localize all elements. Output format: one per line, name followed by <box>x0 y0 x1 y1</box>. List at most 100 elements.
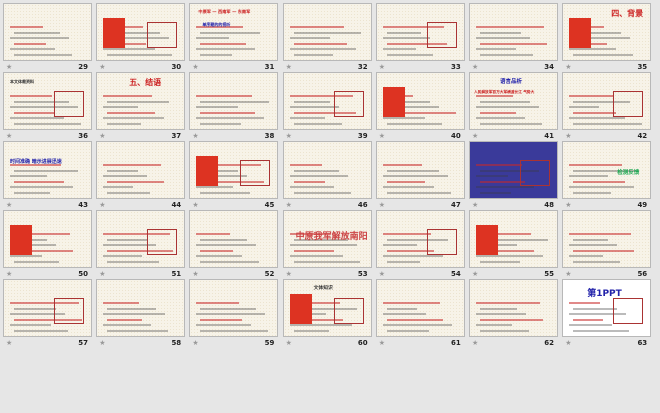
animation-star-icon[interactable]: ★ <box>192 201 198 209</box>
slide-thumbnail[interactable]: ★ 29 <box>3 3 92 72</box>
slide-number-bar: ★ 43 <box>3 200 92 210</box>
animation-star-icon[interactable]: ★ <box>286 63 292 71</box>
animation-star-icon[interactable]: ★ <box>379 63 385 71</box>
slide-number: 29 <box>78 63 88 71</box>
slide-thumbnail[interactable]: 时间准确 暗示进展迅速 ★ 43 <box>3 141 92 210</box>
diagram-box <box>333 298 364 324</box>
slide-thumbnail[interactable]: 语言品析 人民解放军百万大军横渡长江 气势大 ★ 41 <box>469 72 558 141</box>
animation-star-icon[interactable]: ★ <box>192 63 198 71</box>
animation-star-icon[interactable]: ★ <box>6 339 12 347</box>
slide-number-bar: ★ 36 <box>3 131 92 141</box>
animation-star-icon[interactable]: ★ <box>472 270 478 278</box>
slide-thumbnail[interactable]: ★ 59 <box>189 279 279 348</box>
slide-thumbnail[interactable]: ★ 39 <box>282 72 372 141</box>
slide-number: 49 <box>637 201 648 209</box>
animation-star-icon[interactable]: ★ <box>379 339 385 347</box>
animation-star-icon[interactable]: ★ <box>379 270 385 278</box>
animation-star-icon[interactable]: ★ <box>472 132 478 140</box>
slide-thumbnail[interactable]: ★ 47 <box>375 141 465 210</box>
animation-star-icon[interactable]: ★ <box>192 270 198 278</box>
animation-star-icon[interactable]: ★ <box>286 270 292 278</box>
animation-star-icon[interactable]: ★ <box>99 132 105 140</box>
slide-thumbnail[interactable]: ★ 34 <box>469 3 558 72</box>
slide-thumbnail[interactable]: ★ 58 <box>96 279 186 348</box>
slide-thumbnail[interactable]: ★ 50 <box>3 210 92 279</box>
slide-number: 35 <box>637 63 648 71</box>
slide-thumbnail[interactable]: ★ 33 <box>375 3 465 72</box>
text-line <box>103 255 143 257</box>
animation-star-icon[interactable]: ★ <box>6 63 12 71</box>
slide-thumbnail[interactable]: 文体知识 ★ 60 <box>282 279 372 348</box>
animation-star-icon[interactable]: ★ <box>99 270 105 278</box>
animation-star-icon[interactable]: ★ <box>6 270 12 278</box>
slide-thumbnail[interactable]: 四、背景 ★ 35 <box>562 3 652 72</box>
text-line <box>573 318 604 321</box>
slide-thumbnail[interactable]: ★ 57 <box>3 279 92 348</box>
animation-star-icon[interactable]: ★ <box>99 201 105 209</box>
animation-star-icon[interactable]: ★ <box>379 201 385 209</box>
slide-thumbnail[interactable]: 中原军 — 西南军 — 东南军 单序题的的视听 ★ 31 <box>189 3 279 72</box>
slide-number-bar: ★ 48 <box>469 200 558 210</box>
animation-star-icon[interactable]: ★ <box>379 132 385 140</box>
slide-preview <box>469 3 558 61</box>
slide-thumbnail[interactable]: ★ 62 <box>469 279 558 348</box>
animation-star-icon[interactable]: ★ <box>565 339 571 347</box>
animation-star-icon[interactable]: ★ <box>472 201 478 209</box>
red-block <box>476 225 498 255</box>
animation-star-icon[interactable]: ★ <box>286 339 292 347</box>
text-line <box>10 117 64 119</box>
slide-thumbnail[interactable]: 本文体裁资料 ★ 36 <box>3 72 92 141</box>
slide-number-bar: ★ 37 <box>96 131 185 141</box>
slide-thumbnail[interactable]: ★ 38 <box>189 72 279 141</box>
text-line <box>14 31 60 34</box>
animation-star-icon[interactable]: ★ <box>472 339 478 347</box>
animation-star-icon[interactable]: ★ <box>565 63 571 71</box>
slide-thumbnail[interactable]: ★ 46 <box>282 141 372 210</box>
slide-number-bar: ★ 47 <box>376 200 465 210</box>
animation-star-icon[interactable]: ★ <box>565 132 571 140</box>
slide-preview <box>375 210 465 268</box>
text-line <box>107 53 173 56</box>
slide-thumbnail[interactable]: ★ 54 <box>375 210 465 279</box>
slide-thumbnail[interactable]: ★ 44 <box>96 141 186 210</box>
slide-thumbnail[interactable]: ★ 40 <box>375 72 465 141</box>
slide-thumbnail[interactable]: ★ 42 <box>562 72 652 141</box>
slide-thumbnail[interactable]: ★ 30 <box>96 3 186 72</box>
slide-thumbnail[interactable]: 检测反馈 ★ 49 <box>562 141 652 210</box>
animation-star-icon[interactable]: ★ <box>6 201 12 209</box>
slide-thumbnail[interactable]: ★ 48 <box>469 141 558 210</box>
text-line <box>293 122 342 125</box>
slide-thumbnail[interactable]: ★ 52 <box>189 210 279 279</box>
animation-star-icon[interactable]: ★ <box>472 63 478 71</box>
animation-star-icon[interactable]: ★ <box>99 339 105 347</box>
text-line <box>386 260 420 263</box>
animation-star-icon[interactable]: ★ <box>286 201 292 209</box>
text-line <box>476 175 508 177</box>
slide-thumbnail[interactable]: 中原我军解放南阳 ★ 53 <box>282 210 372 279</box>
slide-number: 51 <box>171 270 182 278</box>
text-line <box>480 329 529 332</box>
animation-star-icon[interactable]: ★ <box>565 270 571 278</box>
slide-thumbnail[interactable]: ★ 55 <box>469 210 558 279</box>
text-line <box>196 48 256 50</box>
slide-thumbnail[interactable]: ★ 51 <box>96 210 186 279</box>
slide-thumbnail[interactable]: 第1PPT ★ 63 <box>562 279 652 348</box>
text-line <box>480 191 511 194</box>
text-line <box>569 233 632 235</box>
animation-star-icon[interactable]: ★ <box>286 132 292 140</box>
text-line <box>293 100 330 103</box>
animation-star-icon[interactable]: ★ <box>6 132 12 140</box>
animation-star-icon[interactable]: ★ <box>565 201 571 209</box>
text-line <box>14 191 50 194</box>
animation-star-icon[interactable]: ★ <box>192 132 198 140</box>
slide-thumbnail[interactable]: ★ 45 <box>189 141 279 210</box>
animation-star-icon[interactable]: ★ <box>99 63 105 71</box>
slide-thumbnail[interactable]: ★ 61 <box>375 279 465 348</box>
text-line <box>569 244 618 246</box>
diagram-box <box>426 22 457 48</box>
animation-star-icon[interactable]: ★ <box>192 339 198 347</box>
slide-thumbnail[interactable]: ★ 56 <box>562 210 652 279</box>
slide-thumbnail[interactable]: 五、结语 ★ 37 <box>96 72 186 141</box>
slide-thumbnail[interactable]: ★ 32 <box>282 3 372 72</box>
diagram-box <box>147 229 178 255</box>
